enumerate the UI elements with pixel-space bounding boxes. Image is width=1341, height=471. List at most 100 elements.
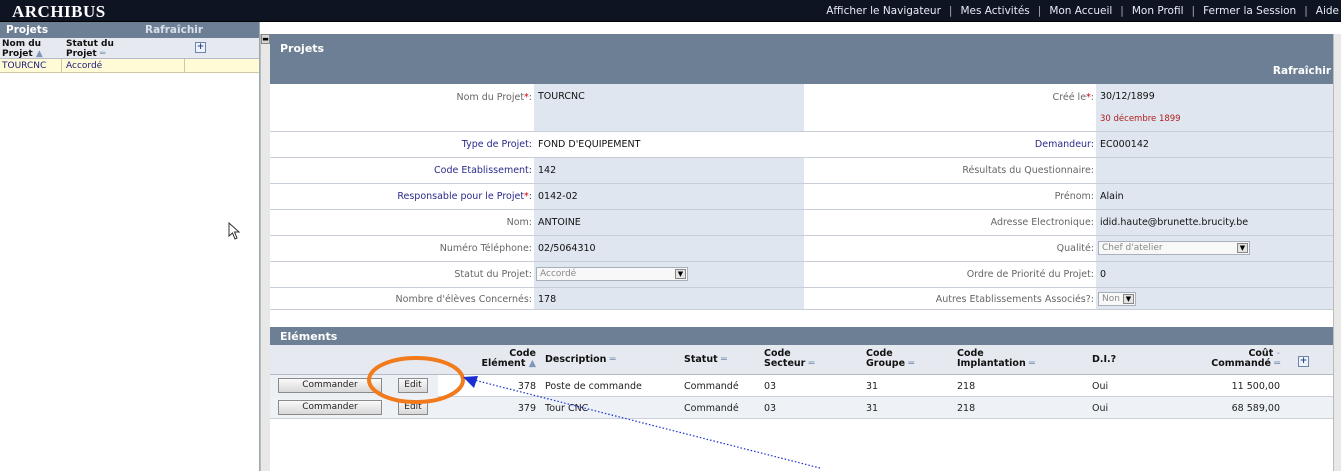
projects-list-refresh-button[interactable]: Rafraîchir (145, 24, 203, 36)
list-item-name[interactable]: TOURCNC (2, 61, 46, 71)
label-adresse-electronique: Adresse Electronique: (990, 217, 1094, 228)
nav-mon-accueil[interactable]: Mon Accueil (1049, 5, 1112, 17)
sort-asc-icon: ▲ (528, 358, 536, 369)
column-di[interactable]: D.I.? (1092, 355, 1116, 365)
top-bar: ARCHIBUS Afficher le Navigateur | Mes Ac… (0, 0, 1341, 22)
label-nombre-eleves: Nombre d'élèves Concernés: (395, 294, 532, 305)
app-logo: ARCHIBUS (12, 2, 106, 21)
column-cout-commande[interactable]: Coût - Commandé ═ (1170, 349, 1280, 369)
cell-code: 379 (517, 403, 536, 414)
edit-button[interactable]: Edit (398, 400, 428, 415)
cell-cout: 68 589,00 (1231, 403, 1280, 414)
sort-icon: ═ (808, 358, 815, 369)
label-statut-projet: Statut du Projet: (454, 269, 532, 280)
add-column-icon[interactable]: + (195, 42, 206, 53)
label-autres-etablissements: Autres Etablissements Associés?: (935, 294, 1094, 305)
cell-code: 378 (517, 381, 536, 392)
commander-button[interactable]: Commander (278, 378, 382, 393)
form-row: Responsable pour le Projet*: 0142-02 Pré… (270, 184, 1335, 210)
date-display: 30 décembre 1899 (1100, 114, 1181, 124)
field-responsable[interactable]: 0142-02 (534, 184, 804, 209)
field-qualite-cell: Chef d'atelier ▼ (1096, 236, 1335, 261)
nav-aide[interactable]: Aide (1316, 5, 1341, 17)
column-code-groupe[interactable]: Code Groupe ═ (866, 349, 914, 369)
label-ordre-priorite: Ordre de Priorité du Projet: (966, 269, 1094, 280)
sort-icon: ═ (99, 49, 106, 59)
project-form-refresh-button[interactable]: Rafraîchir (1273, 65, 1331, 77)
nav-separator: | (1191, 5, 1196, 17)
field-adresse-electronique[interactable]: idid.haute@brunette.brucity.be (1096, 210, 1335, 235)
cell-description: Tour CNC (545, 403, 589, 414)
project-form: Nom du Projet*: TOURCNC Créé le*: 30/12/… (270, 84, 1335, 349)
column-statut[interactable]: Statut ═ (684, 355, 727, 365)
cell-di: Oui (1092, 403, 1109, 414)
projects-list-column-header: Nom du Projet ▲ Statut du Projet ═ + (0, 38, 259, 59)
cell-implantation: 218 (957, 381, 976, 392)
column-code-secteur[interactable]: Code Secteur ═ (764, 349, 814, 369)
cell-statut: Commandé (684, 381, 739, 392)
column-code-element[interactable]: Code Elément ▲ (456, 349, 536, 369)
column-nom-projet[interactable]: Nom du Projet ▲ (2, 39, 62, 59)
label-numero-telephone: Numéro Téléphone: (439, 243, 532, 254)
form-row: Code Etablissement: 142 Résultats du Que… (270, 158, 1335, 184)
qualite-select[interactable]: Chef d'atelier ▼ (1098, 241, 1250, 255)
elements-column-header: Code Elément ▲ Description ═ Statut ═ Cod… (270, 345, 1341, 375)
table-row[interactable]: Commander Edit 379 Tour CNC Commandé 03 … (270, 397, 1341, 419)
add-column-icon[interactable]: + (1298, 356, 1309, 367)
list-item[interactable]: TOURCNC Accordé (0, 59, 259, 73)
label-cree-le: Créé le*: (1052, 92, 1094, 103)
field-nom[interactable]: ANTOINE (534, 210, 804, 235)
list-item-status[interactable]: Accordé (66, 61, 102, 71)
form-scrollbar[interactable] (1333, 34, 1341, 327)
nav-separator: | (948, 5, 953, 17)
field-code-etablissement[interactable]: 142 (534, 158, 804, 183)
cell-groupe: 31 (866, 403, 879, 414)
cell-divider (61, 59, 62, 73)
label-type-projet[interactable]: Type de Projet: (270, 139, 532, 150)
column-description[interactable]: Description ═ (545, 355, 616, 365)
commander-button[interactable]: Commander (278, 400, 382, 415)
label-demandeur[interactable]: Demandeur: (804, 139, 1094, 150)
cell-groupe: 31 (866, 381, 879, 392)
label-code-etablissement[interactable]: Code Etablissement: (270, 165, 532, 176)
nav-fermer-session[interactable]: Fermer la Session (1203, 5, 1296, 17)
autres-etablissements-select[interactable]: Non ▼ (1098, 292, 1136, 306)
dropdown-arrow-icon[interactable]: ▼ (675, 269, 686, 279)
project-detail-panel: Projets Rafraîchir Nom du Projet*: TOURC… (270, 34, 1341, 471)
elements-scrollbar[interactable] (1333, 327, 1341, 471)
project-form-header: Projets Rafraîchir (270, 34, 1341, 84)
cell-di: Oui (1092, 381, 1109, 392)
collapse-arrow-icon[interactable]: ▬ (261, 34, 270, 44)
nav-afficher-navigateur[interactable]: Afficher le Navigateur (826, 5, 941, 17)
nav-mon-profil[interactable]: Mon Profil (1132, 5, 1184, 17)
label-responsable[interactable]: Responsable pour le Projet*: (270, 191, 532, 202)
field-nom-projet[interactable]: TOURCNC (534, 84, 804, 131)
field-ordre-priorite[interactable]: 0 (1096, 262, 1335, 287)
table-row[interactable]: Commander Edit 378 Poste de commande Com… (270, 375, 1341, 397)
field-type-projet[interactable]: FOND D'EQUIPEMENT (534, 132, 804, 157)
nav-mes-activites[interactable]: Mes Activités (960, 5, 1029, 17)
column-code-implantation[interactable]: Code Implantation ═ (957, 349, 1035, 369)
cell-description: Poste de commande (545, 381, 642, 392)
field-demandeur[interactable]: EC000142 (1096, 132, 1335, 157)
field-resultats-questionnaire[interactable] (1096, 158, 1335, 183)
sort-icon: ═ (1029, 358, 1035, 369)
statut-projet-select[interactable]: Accordé ▼ (536, 267, 688, 281)
label-nom: Nom: (506, 217, 532, 228)
column-statut-projet[interactable]: Statut du Projet ═ (66, 39, 126, 59)
field-nombre-eleves[interactable]: 178 (534, 288, 804, 309)
mouse-pointer-icon (228, 222, 241, 240)
label-prenom: Prénom: (1054, 191, 1094, 202)
splitter-scrollbar[interactable]: ▬ (260, 34, 270, 471)
dropdown-arrow-icon[interactable]: ▼ (1123, 294, 1134, 304)
field-numero-telephone[interactable]: 02/5064310 (534, 236, 804, 261)
sort-icon: ═ (908, 358, 915, 369)
cell-cout: 11 500,00 (1231, 381, 1280, 392)
sort-asc-icon: ▲ (35, 49, 43, 59)
edit-button[interactable]: Edit (398, 378, 428, 393)
dropdown-arrow-icon[interactable]: ▼ (1237, 243, 1248, 253)
field-prenom[interactable]: Alain (1096, 184, 1335, 209)
form-row: Nom du Projet*: TOURCNC Créé le*: 30/12/… (270, 84, 1335, 132)
projects-list-panel: Projets Rafraîchir Nom du Projet ▲ Statu… (0, 22, 260, 471)
label-resultats-questionnaire: Résultats du Questionnaire: (962, 165, 1094, 176)
